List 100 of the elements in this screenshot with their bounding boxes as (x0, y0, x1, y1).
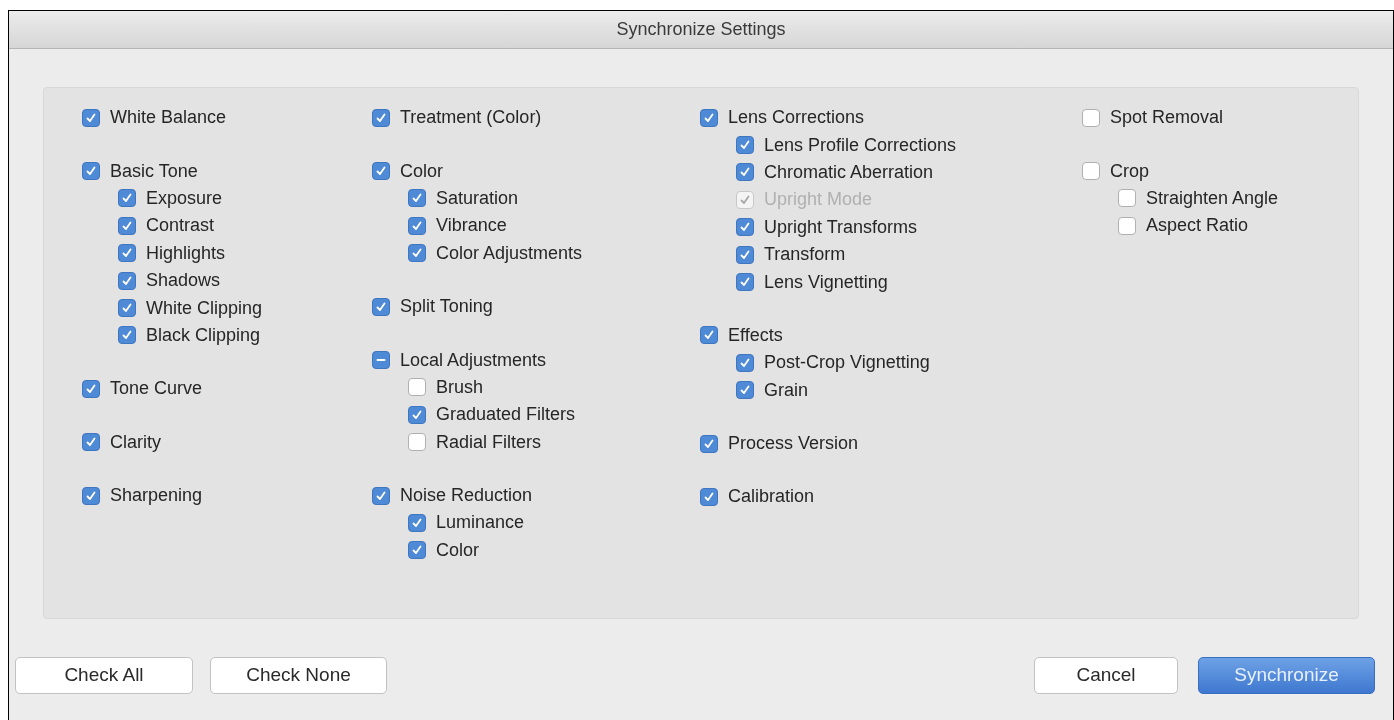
checkbox[interactable] (118, 326, 136, 345)
checkmark-icon (375, 489, 387, 502)
checkbox-label: Sharpening (110, 484, 203, 508)
checkmark-icon (375, 300, 387, 313)
checkbox[interactable] (408, 189, 426, 208)
checkbox[interactable] (118, 189, 136, 208)
checkbox[interactable] (118, 216, 136, 235)
checkbox-label: Crop (1110, 159, 1149, 183)
checkbox[interactable] (118, 299, 136, 318)
checkbox-label: Upright Transforms (764, 215, 918, 239)
checkmark-icon (739, 139, 751, 152)
checkmark-icon (739, 384, 751, 397)
checkbox[interactable] (736, 353, 754, 372)
checkmark-icon (85, 111, 97, 124)
checkbox-label: Black Clipping (146, 323, 261, 347)
checkbox[interactable] (408, 244, 426, 263)
checkbox-label: Saturation (436, 186, 519, 210)
checkbox[interactable] (82, 433, 100, 452)
checkbox-label: Local Adjustments (400, 348, 547, 372)
checkmark-icon (703, 329, 715, 342)
checkbox-label: Contrast (146, 214, 215, 238)
checkbox-label: Shadows (146, 269, 221, 293)
checkbox-label: Basic Tone (110, 159, 198, 183)
dialog-button[interactable]: Check All (15, 657, 193, 694)
checkbox[interactable] (736, 273, 754, 292)
checkbox-label: Spot Removal (1110, 106, 1224, 130)
checkbox[interactable] (736, 245, 754, 264)
checkbox-label: Tone Curve (110, 377, 203, 401)
checkmark-icon (85, 165, 97, 178)
checkbox[interactable] (408, 216, 426, 235)
checkbox-label: Transform (764, 243, 846, 267)
checkbox-label: Split Toning (400, 295, 493, 319)
checkmark-icon (375, 111, 387, 124)
dialog-button[interactable]: Check None (210, 657, 387, 694)
checkbox[interactable] (408, 378, 426, 397)
checkbox-label: Noise Reduction (400, 484, 533, 508)
checkbox-label: White Balance (110, 106, 227, 130)
checkmark-icon (121, 247, 133, 260)
checkbox[interactable] (372, 351, 390, 370)
checkbox[interactable] (118, 244, 136, 263)
checkbox-label: Exposure (146, 186, 223, 210)
checkmark-icon (411, 517, 423, 529)
checkbox[interactable] (736, 381, 754, 400)
checkmark-icon (739, 276, 751, 289)
checkbox-label: Straighten Angle (1146, 186, 1279, 210)
checkbox-label: Brush (436, 375, 484, 399)
checkbox[interactable] (82, 379, 100, 398)
checkbox[interactable] (1082, 162, 1100, 181)
checkbox[interactable] (408, 541, 426, 560)
checkbox-label: Lens Corrections (728, 106, 865, 130)
checkbox-label: Post-Crop Vignetting (764, 351, 930, 375)
checkbox[interactable] (700, 488, 718, 506)
checkbox-label: Grain (764, 378, 808, 402)
checkbox[interactable] (408, 405, 426, 424)
checkmark-icon (85, 382, 97, 395)
checkmark-icon (85, 436, 97, 449)
checkmark-icon (703, 491, 715, 503)
checkbox[interactable] (408, 433, 426, 452)
checkbox-label: Luminance (436, 511, 525, 535)
checkbox[interactable] (1082, 108, 1100, 127)
checkbox[interactable] (1118, 189, 1136, 208)
checkmark-icon (121, 274, 133, 287)
checkmark-icon (121, 302, 133, 315)
checkbox[interactable] (736, 163, 754, 182)
checkbox-label: Color Adjustments (436, 241, 583, 265)
dialog-button[interactable]: Cancel (1034, 657, 1178, 694)
checkbox-label: Chromatic Aberration (764, 160, 934, 184)
checkmark-icon (411, 247, 423, 260)
checkbox[interactable] (700, 326, 718, 345)
checkmark-icon (375, 165, 387, 178)
checkbox-label: Radial Filters (436, 430, 542, 454)
checkbox[interactable] (736, 218, 754, 237)
checkbox[interactable] (118, 271, 136, 290)
checkbox-label: Vibrance (436, 214, 507, 238)
checkmark-icon (703, 111, 715, 124)
checkbox[interactable] (700, 108, 718, 127)
checkbox-label: Effects (728, 323, 783, 347)
checkbox-label: Lens Profile Corrections (764, 133, 957, 157)
checkbox[interactable] (372, 297, 390, 316)
checkbox-label: Graduated Filters (436, 403, 576, 427)
checkbox[interactable] (700, 434, 718, 453)
checkbox-label: Lens Vignetting (764, 270, 888, 294)
checkbox-label: Color (436, 538, 479, 562)
checkbox[interactable] (372, 162, 390, 181)
checkbox[interactable] (82, 108, 100, 127)
checkbox[interactable] (408, 514, 426, 532)
checkbox[interactable] (372, 486, 390, 505)
checkbox-label: Treatment (Color) (400, 106, 542, 130)
checkbox[interactable] (372, 108, 390, 127)
checkbox-label: Highlights (146, 241, 226, 265)
checkmark-icon (739, 166, 751, 179)
checkbox[interactable] (1118, 216, 1136, 235)
checkbox-label: Aspect Ratio (1146, 214, 1249, 238)
checkbox-label: Clarity (110, 430, 161, 454)
checkmark-icon (411, 408, 423, 421)
checkmark-icon (411, 192, 423, 205)
checkbox[interactable] (82, 162, 100, 181)
checkbox[interactable] (82, 486, 100, 505)
checkbox[interactable] (736, 136, 754, 155)
checkbox-label: White Clipping (146, 296, 263, 320)
